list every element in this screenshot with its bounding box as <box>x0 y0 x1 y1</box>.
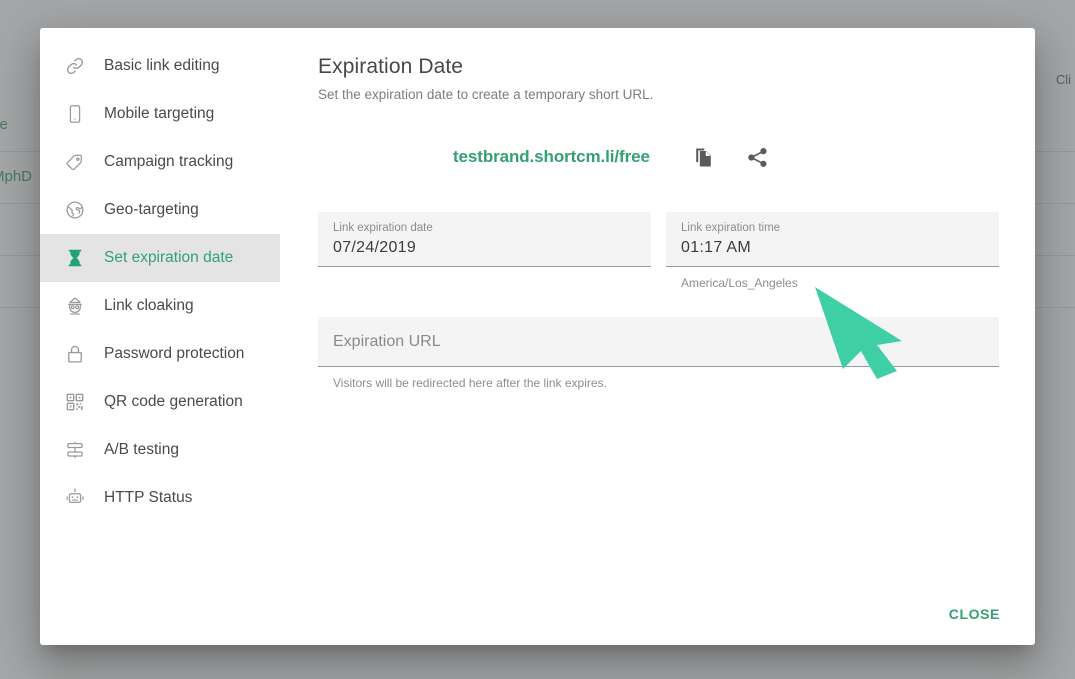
time-input-value[interactable]: 01:17 AM <box>681 236 986 260</box>
link-expiration-time-field[interactable]: Link expiration time 01:17 AM America/Lo… <box>666 212 999 290</box>
sidebar-item-geo-targeting[interactable]: Geo-targeting <box>40 186 280 234</box>
date-input-value[interactable]: 07/24/2019 <box>333 236 638 260</box>
timezone-helper-text: America/Los_Angeles <box>666 276 999 290</box>
share-icon[interactable] <box>746 145 770 169</box>
mobile-icon <box>63 102 87 126</box>
expiration-url-field[interactable]: Expiration URL Visitors will be redirect… <box>318 317 999 390</box>
time-input-box[interactable]: Link expiration time 01:17 AM <box>666 212 999 267</box>
page-subtitle: Set the expiration date to create a temp… <box>318 87 999 102</box>
date-field-label: Link expiration date <box>333 221 638 236</box>
link-icon <box>63 54 87 78</box>
sidebar-item-label: QR code generation <box>104 393 243 411</box>
globe-icon <box>63 198 87 222</box>
sidebar-item-password-protection[interactable]: Password protection <box>40 330 280 378</box>
sidebar-item-qr-code-generation[interactable]: QR code generation <box>40 378 280 426</box>
time-field-label: Link expiration time <box>681 221 986 236</box>
sidebar-item-label: Campaign tracking <box>104 153 233 171</box>
expiration-url-input-box[interactable]: Expiration URL <box>318 317 999 367</box>
page-title: Expiration Date <box>318 55 999 79</box>
sidebar-item-set-expiration-date[interactable]: Set expiration date <box>40 234 280 282</box>
spy-icon <box>63 294 87 318</box>
sidebar-item-ab-testing[interactable]: A/B testing <box>40 426 280 474</box>
short-url-link[interactable]: testbrand.shortcm.li/free <box>453 147 650 167</box>
expiration-fields-row: Link expiration date 07/24/2019 Link exp… <box>318 212 999 290</box>
sidebar-item-label: Set expiration date <box>104 249 233 267</box>
sidebar-item-label: Password protection <box>104 345 244 363</box>
robot-icon <box>63 486 87 510</box>
expiration-url-helper-text: Visitors will be redirected here after t… <box>318 376 999 390</box>
close-button[interactable]: CLOSE <box>936 597 1013 631</box>
hourglass-icon <box>63 246 87 270</box>
qr-code-icon <box>63 390 87 414</box>
sidebar-item-label: HTTP Status <box>104 489 192 507</box>
sidebar-item-label: A/B testing <box>104 441 179 459</box>
settings-sidebar: Basic link editing Mobile targeting Camp… <box>40 28 280 645</box>
sidebar-item-campaign-tracking[interactable]: Campaign tracking <box>40 138 280 186</box>
sidebar-item-label: Basic link editing <box>104 57 219 75</box>
sidebar-item-mobile-targeting[interactable]: Mobile targeting <box>40 90 280 138</box>
sidebar-item-label: Mobile targeting <box>104 105 214 123</box>
sidebar-item-basic-link-editing[interactable]: Basic link editing <box>40 42 280 90</box>
ab-testing-icon <box>63 438 87 462</box>
date-input-box[interactable]: Link expiration date 07/24/2019 <box>318 212 651 267</box>
short-url-row: testbrand.shortcm.li/free <box>318 140 999 174</box>
link-settings-modal: Basic link editing Mobile targeting Camp… <box>40 28 1035 645</box>
tag-icon <box>63 150 87 174</box>
sidebar-item-label: Link cloaking <box>104 297 194 315</box>
sidebar-item-link-cloaking[interactable]: Link cloaking <box>40 282 280 330</box>
copy-icon[interactable] <box>692 145 716 169</box>
sidebar-item-label: Geo-targeting <box>104 201 199 219</box>
lock-icon <box>63 342 87 366</box>
sidebar-item-http-status[interactable]: HTTP Status <box>40 474 280 522</box>
expiration-url-placeholder: Expiration URL <box>333 333 986 351</box>
link-expiration-date-field[interactable]: Link expiration date 07/24/2019 <box>318 212 651 290</box>
settings-content: Expiration Date Set the expiration date … <box>280 28 1035 645</box>
